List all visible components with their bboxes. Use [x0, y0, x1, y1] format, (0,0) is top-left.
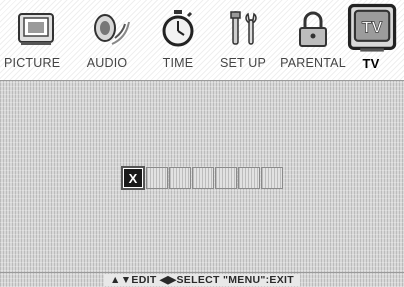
tab-time[interactable]: TIME	[150, 0, 206, 80]
tab-audio[interactable]: AUDIO	[78, 0, 136, 80]
tools-icon	[230, 11, 257, 45]
svg-text:TV: TV	[362, 18, 383, 36]
tv-icon: TV	[347, 3, 397, 52]
label-slot-active[interactable]: X	[121, 166, 145, 190]
label-slot[interactable]	[192, 167, 214, 189]
label-slot[interactable]	[169, 167, 191, 189]
label-slot[interactable]	[146, 167, 168, 189]
tab-tv-label: TV	[362, 56, 380, 71]
tab-setup[interactable]: SET UP	[212, 0, 274, 80]
label-slot[interactable]	[215, 167, 237, 189]
picture-icon	[18, 13, 54, 45]
tab-picture[interactable]: PICTURE	[4, 0, 70, 80]
help-text: ▲▼EDIT ◀▶SELECT "MENU":EXIT	[104, 274, 300, 286]
lock-icon	[299, 11, 327, 47]
speaker-icon	[94, 14, 130, 45]
tab-setup-label: SET UP	[219, 56, 267, 70]
tab-picture-label: PICTURE	[4, 56, 61, 70]
tab-tv[interactable]: TV TV	[338, 0, 404, 80]
channel-label-panel: X ▲▼EDIT ◀▶SELECT "MENU":EXIT	[0, 81, 404, 287]
help-bar: ▲▼EDIT ◀▶SELECT "MENU":EXIT	[0, 272, 404, 287]
label-slot[interactable]	[261, 167, 283, 189]
tab-time-label: TIME	[162, 56, 194, 70]
label-entry-field[interactable]: X	[121, 166, 284, 191]
label-slot[interactable]	[238, 167, 260, 189]
tv-menu-screen: PICTURE AUDIO TIME SET UP PARENTAL TV TV…	[0, 0, 404, 287]
stopwatch-icon	[162, 10, 194, 47]
menu-bar: PICTURE AUDIO TIME SET UP PARENTAL TV TV	[0, 0, 404, 81]
tab-audio-label: AUDIO	[86, 56, 128, 70]
